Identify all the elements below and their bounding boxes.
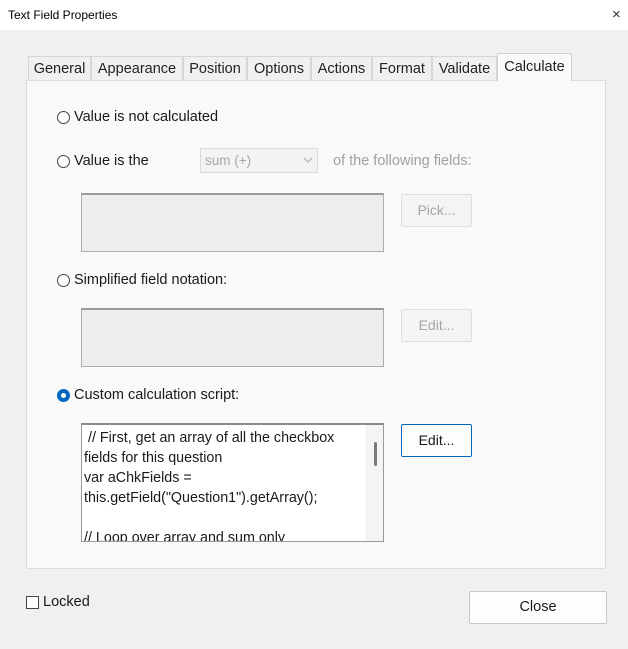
- tab-options[interactable]: Options: [247, 56, 311, 80]
- label-not-calculated[interactable]: Value is not calculated: [74, 109, 218, 125]
- label-following-fields: of the following fields:: [333, 153, 472, 169]
- pick-button[interactable]: Pick...: [401, 194, 472, 227]
- radio-not-calculated[interactable]: [57, 111, 70, 124]
- close-icon[interactable]: ×: [612, 6, 621, 23]
- operation-select[interactable]: sum (+): [200, 148, 318, 173]
- locked-checkbox[interactable]: [26, 596, 39, 609]
- tab-appearance[interactable]: Appearance: [91, 56, 183, 80]
- fields-list-box: [81, 193, 384, 252]
- tab-position[interactable]: Position: [183, 56, 247, 80]
- tab-validate[interactable]: Validate: [432, 56, 497, 80]
- edit-simplified-button[interactable]: Edit...: [401, 309, 472, 342]
- radio-custom-script[interactable]: [57, 389, 70, 402]
- label-custom-script[interactable]: Custom calculation script:: [74, 387, 239, 403]
- window-title: Text Field Properties: [8, 8, 118, 22]
- operation-select-value: sum (+): [205, 153, 252, 168]
- edit-custom-script-button[interactable]: Edit...: [401, 424, 472, 457]
- label-value-is-the[interactable]: Value is the: [74, 153, 149, 169]
- locked-label[interactable]: Locked: [43, 594, 90, 610]
- simplified-notation-box: [81, 308, 384, 367]
- custom-script-box[interactable]: // First, get an array of all the checkb…: [81, 423, 384, 542]
- tab-format[interactable]: Format: [372, 56, 432, 80]
- script-scroll-thumb[interactable]: [374, 442, 377, 466]
- title-bar: Text Field Properties ×: [0, 0, 628, 30]
- radio-value-is-the[interactable]: [57, 155, 70, 168]
- chevron-down-icon: [303, 151, 313, 172]
- label-simplified-notation[interactable]: Simplified field notation:: [74, 272, 227, 288]
- tab-actions[interactable]: Actions: [311, 56, 372, 80]
- tab-general[interactable]: General: [28, 56, 91, 80]
- tab-calculate[interactable]: Calculate: [497, 53, 572, 81]
- close-button[interactable]: Close: [469, 591, 607, 624]
- custom-script-text: // First, get an array of all the checkb…: [84, 430, 335, 542]
- script-scrollbar[interactable]: [366, 425, 383, 541]
- radio-simplified-notation[interactable]: [57, 274, 70, 287]
